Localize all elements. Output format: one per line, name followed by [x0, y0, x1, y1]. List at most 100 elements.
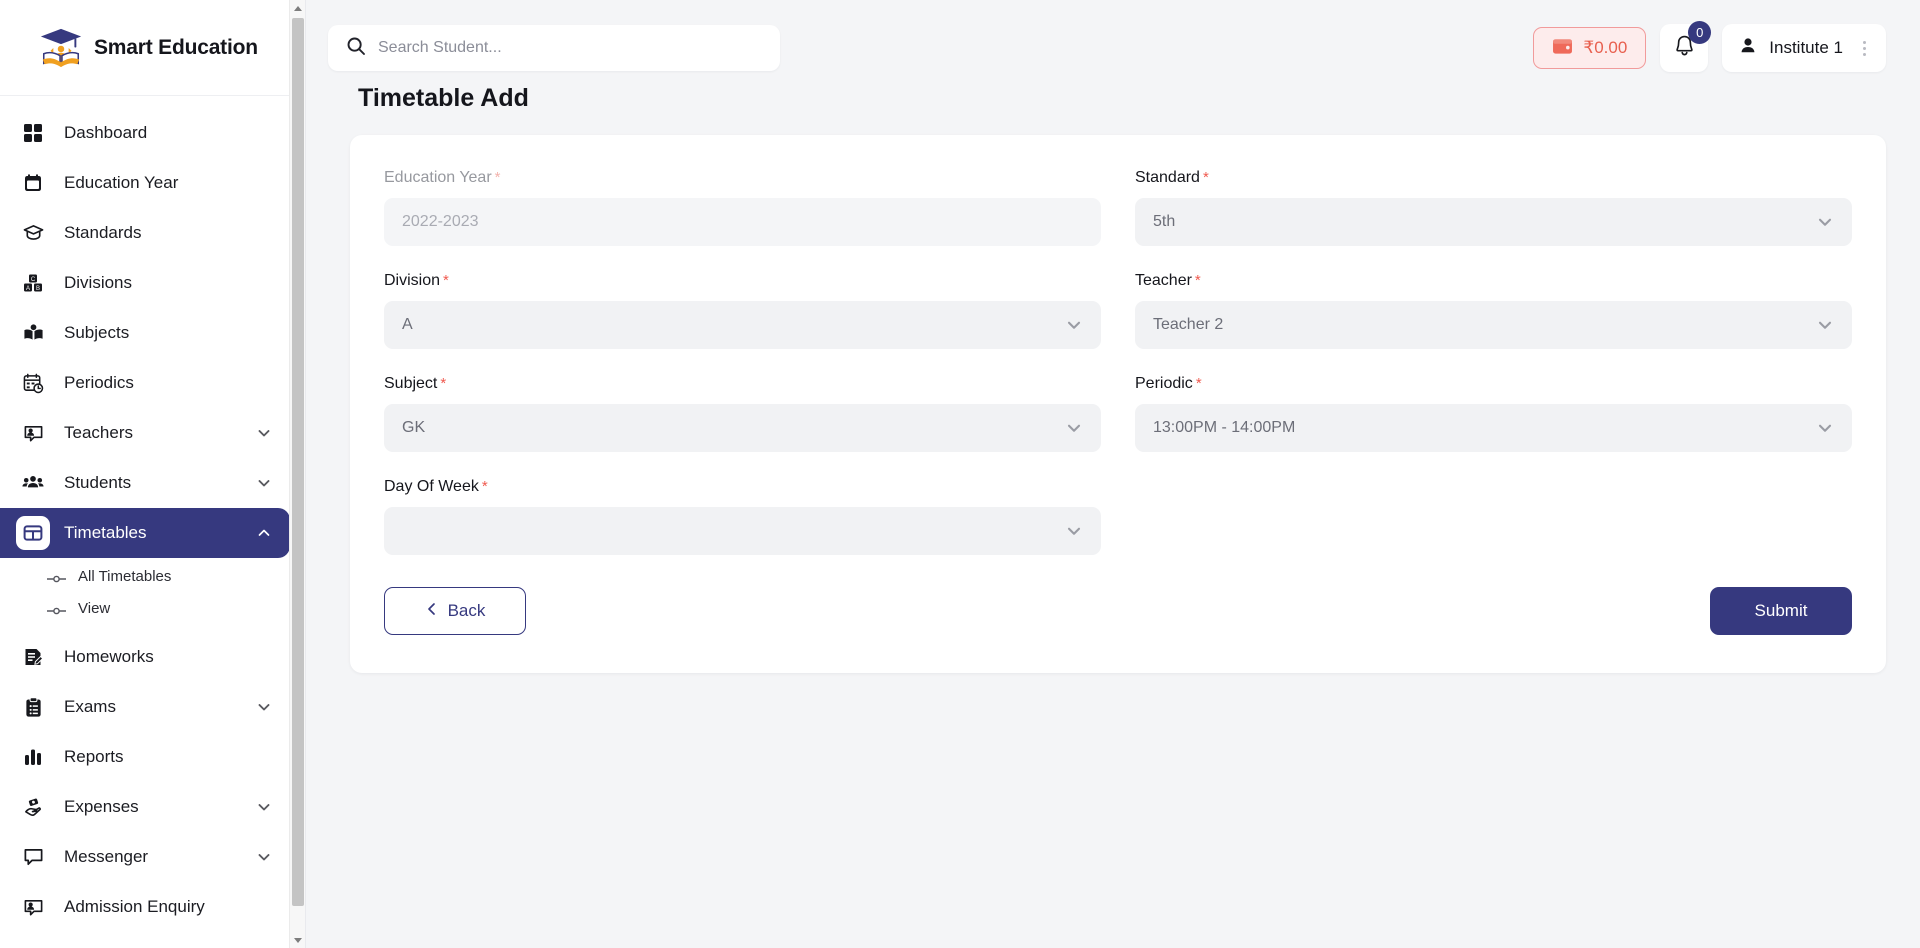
graduation-cap-icon [16, 216, 50, 250]
topbar: ₹0.00 0 Institute 1 [306, 0, 1920, 96]
document-edit-icon [16, 640, 50, 674]
chevron-down-icon[interactable] [256, 799, 272, 815]
field-label: Standard * [1135, 169, 1852, 187]
hand-money-icon [16, 790, 50, 824]
search-icon [346, 36, 366, 61]
sidebar-item-expenses[interactable]: Expenses [0, 782, 290, 832]
sidebar-item-timetables[interactable]: Timetables [0, 508, 290, 558]
sidebar-item-label: Subjects [64, 323, 130, 342]
required-asterisk: * [1195, 375, 1202, 392]
sidebar-item-label: Reports [64, 747, 124, 766]
field-teacher: Teacher * Teacher 2 [1135, 272, 1852, 349]
wallet-icon [1552, 37, 1573, 60]
field-day-of-week: Day Of Week * [384, 478, 1101, 555]
brand-header[interactable]: Smart Education [0, 0, 290, 96]
field-value: 5th [1153, 213, 1176, 230]
app-root: Smart Education Dashboard Education Year [0, 0, 1920, 948]
field-education-year: Education Year * 2022-2023 [384, 169, 1101, 246]
brand-name: Smart Education [94, 35, 258, 59]
required-asterisk: * [443, 272, 449, 289]
back-button-label: Back [447, 601, 486, 620]
form-actions: Back Submit [384, 587, 1852, 635]
chevron-left-icon [425, 601, 439, 621]
teacher-select[interactable]: Teacher 2 [1135, 301, 1852, 349]
scroll-up-arrow-icon[interactable] [290, 0, 305, 16]
sidebar-item-label: Expenses [64, 797, 139, 816]
submit-button[interactable]: Submit [1710, 587, 1852, 635]
sidebar-item-messenger[interactable]: Messenger [0, 832, 290, 882]
sidebar-item-divisions[interactable]: C A B Divisions [0, 258, 290, 308]
sidebar-item-students[interactable]: Students [0, 458, 290, 508]
field-label: Periodic * [1135, 375, 1852, 393]
graduation-cap-logo-icon [38, 25, 84, 71]
chevron-down-icon[interactable] [256, 425, 272, 441]
field-standard: Standard * 5th [1135, 169, 1852, 246]
search-bar[interactable] [328, 25, 780, 71]
timetable-form-card: Education Year * 2022-2023 Standard * 5th [350, 135, 1886, 673]
sidebar-item-label: Periodics [64, 373, 134, 392]
sidebar-item-reports[interactable]: Reports [0, 732, 290, 782]
sidebar-item-exams[interactable]: Exams [0, 682, 290, 732]
label-text: Day Of Week [384, 478, 479, 495]
subject-select[interactable]: GK [384, 404, 1101, 452]
scroll-down-arrow-icon[interactable] [290, 932, 305, 948]
sidebar-item-subjects[interactable]: Subjects [0, 308, 290, 358]
back-button[interactable]: Back [384, 587, 526, 635]
table-grid-icon [16, 516, 50, 550]
sidebar-subitem-view[interactable]: View [0, 592, 290, 624]
wallet-balance-button[interactable]: ₹0.00 [1533, 27, 1647, 69]
user-icon [1738, 36, 1758, 61]
sidebar-subitem-all-timetables[interactable]: All Timetables [0, 560, 290, 592]
main-content: ₹0.00 0 Institute 1 Timetable Add [306, 0, 1920, 948]
sidebar-item-label: Standards [64, 223, 142, 242]
field-value: A [402, 316, 413, 333]
sidebar: Smart Education Dashboard Education Year [0, 0, 306, 948]
notifications-button[interactable]: 0 [1660, 21, 1712, 72]
topbar-actions: ₹0.00 0 Institute 1 [1533, 21, 1886, 72]
field-division: Division * A [384, 272, 1101, 349]
users-group-icon [16, 466, 50, 500]
standard-select[interactable]: 5th [1135, 198, 1852, 246]
calendar-clock-icon [16, 366, 50, 400]
education-year-input: 2022-2023 [384, 198, 1101, 246]
scrollbar-thumb[interactable] [292, 18, 304, 906]
chevron-down-icon [1816, 316, 1834, 334]
search-input[interactable] [378, 39, 762, 57]
chevron-down-icon[interactable] [256, 699, 272, 715]
sidebar-item-periodics[interactable]: Periodics [0, 358, 290, 408]
sidebar-item-standards[interactable]: Standards [0, 208, 290, 258]
chevron-up-icon[interactable] [256, 525, 272, 541]
division-select[interactable]: A [384, 301, 1101, 349]
sidebar-scrollbar[interactable] [289, 0, 305, 948]
required-asterisk: * [481, 478, 488, 495]
sidebar-item-dashboard[interactable]: Dashboard [0, 108, 290, 158]
sidebar-item-label: Messenger [64, 847, 149, 866]
sidebar-item-homeworks[interactable]: Homeworks [0, 632, 290, 682]
chevron-down-icon[interactable] [256, 849, 272, 865]
day-of-week-select[interactable] [384, 507, 1101, 555]
sidebar-item-education-year[interactable]: Education Year [0, 158, 290, 208]
presenter-icon [16, 890, 50, 924]
calendar-icon [16, 166, 50, 200]
field-periodic: Periodic * 13:00PM - 14:00PM [1135, 375, 1852, 452]
sidebar-subitem-label: All Timetables [78, 567, 172, 585]
chevron-down-icon[interactable] [256, 475, 272, 491]
periodic-select[interactable]: 13:00PM - 14:00PM [1135, 404, 1852, 452]
kebab-menu-icon[interactable] [1854, 37, 1874, 59]
chevron-down-icon [1816, 213, 1834, 231]
field-label: Subject * [384, 375, 1101, 393]
sidebar-item-admission-enquiry[interactable]: Admission Enquiry [0, 882, 290, 932]
presenter-icon [16, 416, 50, 450]
svg-text:B: B [36, 286, 40, 292]
required-asterisk: * [1194, 272, 1201, 289]
user-menu-button[interactable]: Institute 1 [1722, 24, 1886, 72]
wallet-amount: ₹0.00 [1583, 38, 1628, 57]
field-value: GK [402, 419, 426, 436]
submenu-marker-icon [46, 603, 68, 615]
svg-text:A: A [26, 286, 30, 292]
sidebar-item-label: Exams [64, 697, 116, 716]
sidebar-item-label: Homeworks [64, 647, 154, 666]
notification-badge: 0 [1688, 21, 1712, 44]
sidebar-item-teachers[interactable]: Teachers [0, 408, 290, 458]
field-label: Division * [384, 272, 1101, 290]
